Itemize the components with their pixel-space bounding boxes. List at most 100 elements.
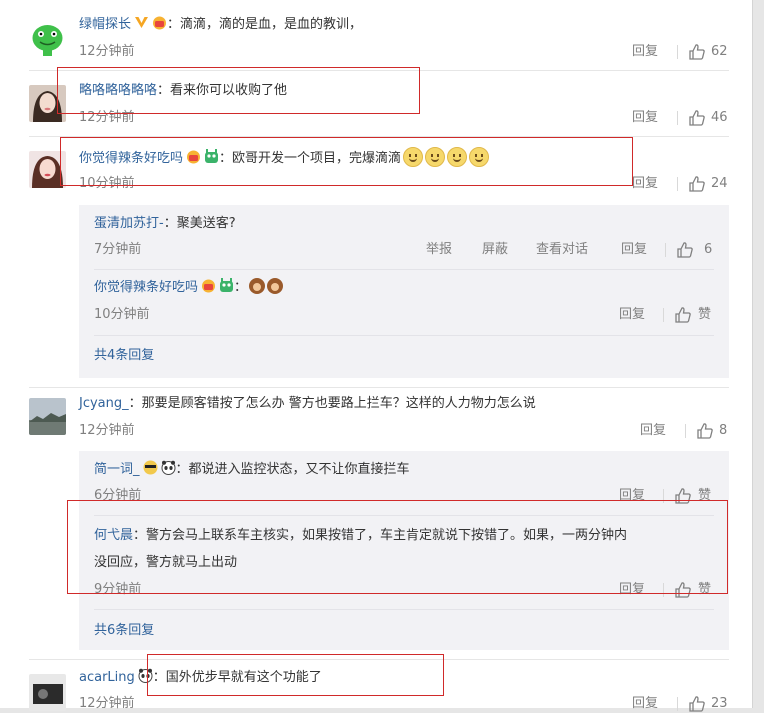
reply-button[interactable]: 回复 (632, 43, 658, 61)
like-count: 6 (704, 242, 713, 257)
report-button[interactable]: 举报 (426, 241, 452, 259)
user-avatar-icon (29, 398, 66, 435)
reply-list: 简一词_ ：都说进入监控状态，又不让你直接拦车 6分钟前 回复 赞 何弋晨：警方会… (79, 451, 729, 650)
like-icon[interactable] (674, 487, 692, 505)
like-count: 24 (711, 176, 728, 191)
comment-body: 你觉得辣条好吃吗 ：欧哥开发一个项目，完爆滴滴 (79, 147, 490, 169)
like-count: 8 (719, 423, 728, 438)
divider (677, 45, 678, 59)
like-count: 46 (711, 110, 728, 125)
avatar[interactable] (29, 151, 66, 188)
comment-time: 12分钟前 (79, 423, 135, 438)
monster-badge-icon (205, 149, 219, 163)
panda-emoji-icon (138, 668, 153, 683)
like-count: 23 (711, 696, 728, 711)
like-icon[interactable] (688, 175, 706, 193)
reply-text: ：警方会马上联系车主核实，如果按错了，车主肯定就说下按错了。如果，一两分钟内 (133, 528, 628, 543)
divider (94, 335, 714, 336)
reply-button[interactable]: 回复 (619, 487, 645, 505)
reply-username[interactable]: 何弋晨 (94, 528, 133, 543)
like-icon[interactable] (674, 581, 692, 599)
scrollbar[interactable] (753, 0, 764, 708)
reply-text: ： (234, 280, 248, 295)
divider (29, 387, 729, 388)
view-conversation-button[interactable]: 查看对话 (536, 241, 588, 259)
like-label[interactable]: 赞 (698, 306, 711, 324)
comment-time: 12分钟前 (79, 110, 135, 125)
reply-text: ：聚美送客? (163, 216, 236, 231)
vip-badge-icon (202, 279, 216, 293)
reply-body: 蛋清加苏打-：聚美送客? (94, 214, 236, 234)
show-more-replies-link[interactable]: 共4条回复 (94, 347, 154, 365)
reply-button[interactable]: 回复 (632, 109, 658, 127)
like-icon[interactable] (696, 422, 714, 440)
comment-body: 略咯略咯略咯：看来你可以收购了他 (79, 81, 287, 101)
user-avatar-icon (29, 674, 66, 711)
user-avatar-icon (29, 151, 66, 188)
comment-time: 12分钟前 (79, 44, 135, 59)
divider (94, 609, 714, 610)
reply-username[interactable]: 你觉得辣条好吃吗 (94, 280, 198, 295)
like-count: 62 (711, 44, 728, 59)
monkey-emoji-icon (249, 278, 266, 294)
comment-username[interactable]: 绿帽探长 (79, 17, 131, 32)
comment-time: 10分钟前 (79, 176, 135, 191)
like-label[interactable]: 赞 (698, 487, 711, 505)
like-icon[interactable] (674, 306, 692, 324)
like-icon[interactable] (688, 695, 706, 713)
reply-text-continued: 没回应，警方就马上出动 (94, 555, 238, 570)
divider (677, 697, 678, 711)
comment-text: ：看来你可以收购了他 (157, 83, 288, 98)
comment-body: acarLing ：国外优步早就有这个功能了 (79, 668, 322, 688)
reply-time: 10分钟前 (94, 307, 150, 322)
smile-emoji-icon (447, 147, 468, 167)
comment-text: ：滴滴，滴的是血，是血的教训， (167, 17, 363, 32)
avatar[interactable] (29, 398, 66, 435)
reply-button[interactable]: 回复 (619, 581, 645, 599)
block-button[interactable]: 屏蔽 (482, 241, 508, 259)
reply-time: 9分钟前 (94, 582, 142, 597)
sunglasses-emoji-icon (143, 460, 158, 475)
reply-username[interactable]: 蛋清加苏打- (94, 216, 164, 231)
comment-username[interactable]: acarLing (79, 670, 135, 685)
reply-button[interactable]: 回复 (640, 422, 666, 440)
reply-text: ：都说进入监控状态，又不让你直接拦车 (175, 462, 410, 477)
like-icon[interactable] (688, 109, 706, 127)
comment-username[interactable]: Jcyang_ (79, 396, 129, 411)
comment-username[interactable]: 略咯略咯略咯 (79, 83, 157, 98)
reply-username[interactable]: 简一词_ (94, 462, 140, 477)
avatar[interactable] (29, 20, 66, 57)
smile-emoji-icon (403, 147, 424, 167)
divider (663, 489, 664, 503)
reply-time: 7分钟前 (94, 242, 142, 257)
divider (94, 515, 714, 516)
smile-emoji-icon (469, 147, 490, 167)
monster-badge-icon (220, 278, 234, 292)
divider (677, 111, 678, 125)
divider (677, 177, 678, 191)
panda-emoji-icon (161, 460, 176, 475)
show-more-replies-link[interactable]: 共6条回复 (94, 622, 154, 640)
avatar[interactable] (29, 85, 66, 122)
verified-v-icon (135, 17, 149, 28)
divider (663, 583, 664, 597)
divider (665, 243, 666, 257)
user-avatar-icon (29, 85, 66, 122)
reply-body: 你觉得辣条好吃吗 ： (94, 278, 284, 298)
comment-body: Jcyang_：那要是顾客错按了怎么办 警方也要路上拦车？这样的人力物力怎么说 (79, 394, 536, 414)
comment-text: ：欧哥开发一个项目，完爆滴滴 (219, 151, 402, 166)
avatar[interactable] (29, 674, 66, 711)
reply-button[interactable]: 回复 (632, 175, 658, 193)
reply-button[interactable]: 回复 (621, 241, 647, 259)
like-label[interactable]: 赞 (698, 581, 711, 599)
divider (29, 70, 729, 71)
frog-avatar-icon (29, 20, 66, 57)
reply-button[interactable]: 回复 (632, 695, 658, 713)
like-icon[interactable] (688, 43, 706, 61)
comment-text: ：国外优步早就有这个功能了 (152, 670, 322, 685)
comment-username[interactable]: 你觉得辣条好吃吗 (79, 151, 183, 166)
like-icon[interactable] (676, 241, 694, 259)
divider (29, 136, 729, 137)
reply-button[interactable]: 回复 (619, 306, 645, 324)
reply-body: 简一词_ ：都说进入监控状态，又不让你直接拦车 (94, 460, 410, 480)
